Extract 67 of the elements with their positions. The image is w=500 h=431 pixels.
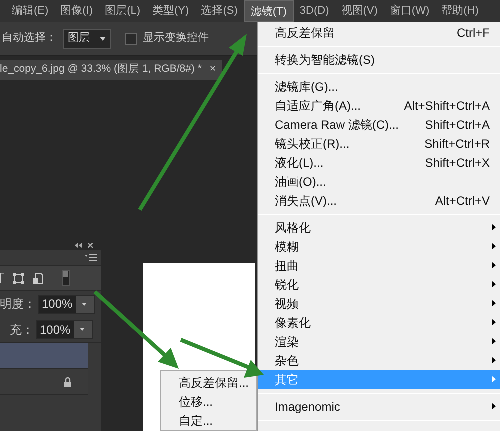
menu-item[interactable]: 风格化 — [258, 218, 500, 237]
transform-icon[interactable] — [13, 272, 24, 284]
submenu-arrow-icon — [492, 403, 496, 410]
menu-item[interactable]: 渲染 — [258, 332, 500, 351]
menu-item[interactable]: 图像(I) — [54, 0, 100, 22]
toggle-icon[interactable] — [62, 270, 70, 286]
checkbox[interactable] — [125, 32, 137, 44]
menu-item[interactable]: 镜头校正(R)... Shift+Ctrl+R — [258, 134, 500, 153]
menu-item[interactable]: 油画(O)... — [258, 172, 500, 191]
close-button[interactable]: × — [210, 62, 216, 78]
shortcut-label: Shift+Ctrl+X — [425, 154, 490, 172]
menu-item[interactable]: 视图(V) — [335, 0, 384, 22]
shortcut-label: Shift+Ctrl+R — [424, 136, 490, 152]
caret-icon — [100, 36, 106, 40]
submenu-arrow-icon — [492, 357, 496, 364]
menu-item[interactable]: 消失点(V)... Alt+Ctrl+V — [258, 191, 500, 210]
menu-item[interactable]: 滤镜库(G)... — [258, 77, 500, 96]
submenu-arrow-icon — [492, 338, 496, 345]
menu-item[interactable]: 图层(L) — [99, 0, 147, 22]
menu-item[interactable]: 自定... — [161, 412, 256, 431]
smart-object-icon[interactable] — [33, 272, 43, 284]
caret-icon — [80, 328, 86, 331]
caret-icon — [82, 302, 88, 306]
collapse-icon[interactable] — [75, 242, 82, 248]
menu-item[interactable]: 模糊 — [258, 237, 500, 256]
menu-item[interactable]: 转换为智能滤镜(S) — [258, 50, 500, 69]
close-icon[interactable] — [88, 242, 93, 248]
opacity-label: 明度： — [0, 296, 36, 313]
layer-dropdown[interactable]: 图层 — [63, 28, 111, 48]
menu-item[interactable]: 高反差保留 Ctrl+F — [258, 23, 500, 42]
submenu-arrow-icon — [492, 262, 496, 269]
auto-select-label: 自动选择： — [2, 31, 57, 46]
shortcut-label: Ctrl+F — [457, 24, 490, 42]
submenu-arrow-icon — [492, 376, 496, 383]
menu-item[interactable]: 类型(Y) — [146, 0, 196, 22]
submenu-arrow-icon — [492, 319, 496, 326]
menu-item[interactable]: 像素化 — [258, 313, 500, 332]
menu-item[interactable]: 帮助(H) — [436, 0, 485, 22]
fill-label: 充： — [10, 322, 34, 338]
menu-item[interactable]: 杂色 — [258, 351, 500, 370]
submenu-arrow-icon — [492, 243, 496, 250]
menu-icon[interactable] — [85, 254, 97, 261]
opacity-field[interactable]: 100% — [38, 294, 95, 314]
menu-item[interactable]: 高反差保留... — [161, 374, 256, 393]
checkbox-label: 显示变换控件 — [143, 30, 209, 46]
menu-item[interactable]: 液化(L)... Shift+Ctrl+X — [258, 153, 500, 172]
menu-item[interactable]: 选择(S) — [195, 0, 244, 22]
submenu-arrow-icon — [492, 300, 496, 307]
menu-item[interactable]: 编辑(E) — [6, 0, 55, 22]
submenu-arrow-icon — [492, 281, 496, 288]
shortcut-label: Shift+Ctrl+A — [425, 116, 490, 134]
menu-item[interactable]: 滤镜(T) — [244, 0, 294, 22]
menu-item[interactable]: 自适应广角(A)... Alt+Shift+Ctrl+A — [258, 96, 500, 115]
document-tab-title[interactable]: le_copy_6.jpg @ 33.3% (图层 1, RGB/8#) * — [0, 62, 202, 78]
menu-item[interactable]: 视频 — [258, 294, 500, 313]
shortcut-label: Alt+Ctrl+V — [435, 192, 490, 210]
submenu-arrow-icon — [492, 224, 496, 231]
menu-item[interactable]: 扭曲 — [258, 256, 500, 275]
menu-item[interactable]: Camera Raw 滤镜(C)... Shift+Ctrl+A — [258, 115, 500, 134]
shortcut-label: Alt+Shift+Ctrl+A — [404, 98, 490, 114]
menu-item[interactable]: 窗口(W) — [384, 0, 436, 22]
type-icon[interactable] — [0, 273, 4, 283]
fill-field[interactable]: 100% — [36, 320, 93, 339]
menu-item[interactable]: Imagenomic — [258, 397, 500, 416]
menu-item[interactable]: 锐化 — [258, 275, 500, 294]
menu-item[interactable]: 3D(D) — [294, 0, 336, 22]
menu-item[interactable]: 位移... — [161, 393, 256, 412]
